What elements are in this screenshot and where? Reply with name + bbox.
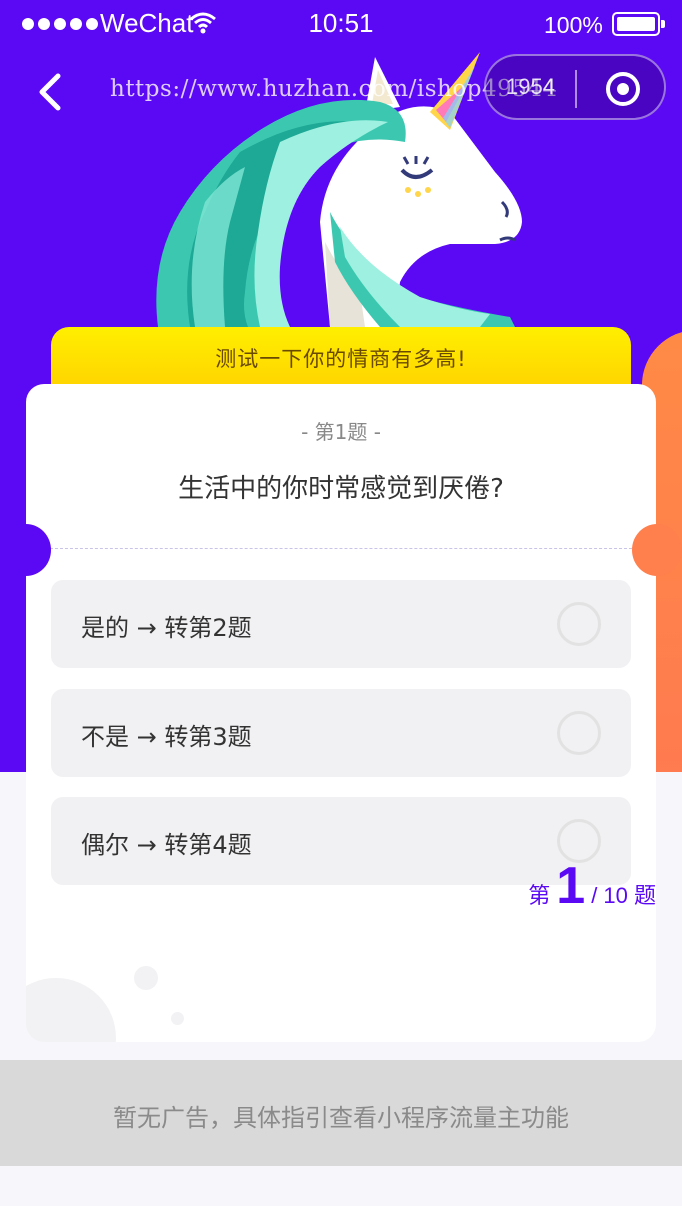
capsule-count: 1954 xyxy=(506,74,555,99)
card-notch-right xyxy=(632,524,682,576)
option-label: 是的 → 转第2题 xyxy=(81,614,252,642)
card-divider xyxy=(50,548,632,549)
card-notch-left xyxy=(1,524,51,576)
battery-percent: 100% xyxy=(544,12,603,38)
option-label: 不是 → 转第3题 xyxy=(81,723,252,751)
progress-prefix: 第 xyxy=(528,883,551,908)
mini-program-capsule[interactable]: 1954 xyxy=(484,54,666,120)
status-bar: WeChat 10:51 100% xyxy=(0,0,682,50)
radio-icon[interactable] xyxy=(557,711,601,755)
back-arrow-icon[interactable] xyxy=(32,70,72,114)
option-1[interactable]: 是的 → 转第2题 xyxy=(51,580,631,668)
question-number: - 第1题 - xyxy=(301,420,381,444)
question-card: - 第1题 - 生活中的你时常感觉到厌倦? 是的 → 转第2题 不是 → 转第3… xyxy=(26,384,656,1042)
progress-total: / 10 题 xyxy=(591,883,656,908)
decorative-bubble xyxy=(171,1012,184,1025)
capsule-divider xyxy=(575,70,577,108)
ad-banner: 暂无广告，具体指引查看小程序流量主功能 xyxy=(0,1060,682,1166)
decorative-bubble xyxy=(134,966,158,990)
option-2[interactable]: 不是 → 转第3题 xyxy=(51,689,631,777)
battery-icon xyxy=(612,12,665,36)
progress-current: 1 xyxy=(556,857,586,915)
radio-icon[interactable] xyxy=(557,602,601,646)
quiz-title: 测试一下你的情商有多高! xyxy=(215,347,467,371)
option-label: 偶尔 → 转第4题 xyxy=(81,831,252,859)
decorative-bubble xyxy=(26,978,116,1042)
target-icon[interactable] xyxy=(605,71,641,107)
question-text: 生活中的你时常感觉到厌倦? xyxy=(178,474,504,504)
question-progress: 第 1/ 10 题 xyxy=(528,856,656,916)
ad-text: 暂无广告，具体指引查看小程序流量主功能 xyxy=(113,1104,569,1132)
